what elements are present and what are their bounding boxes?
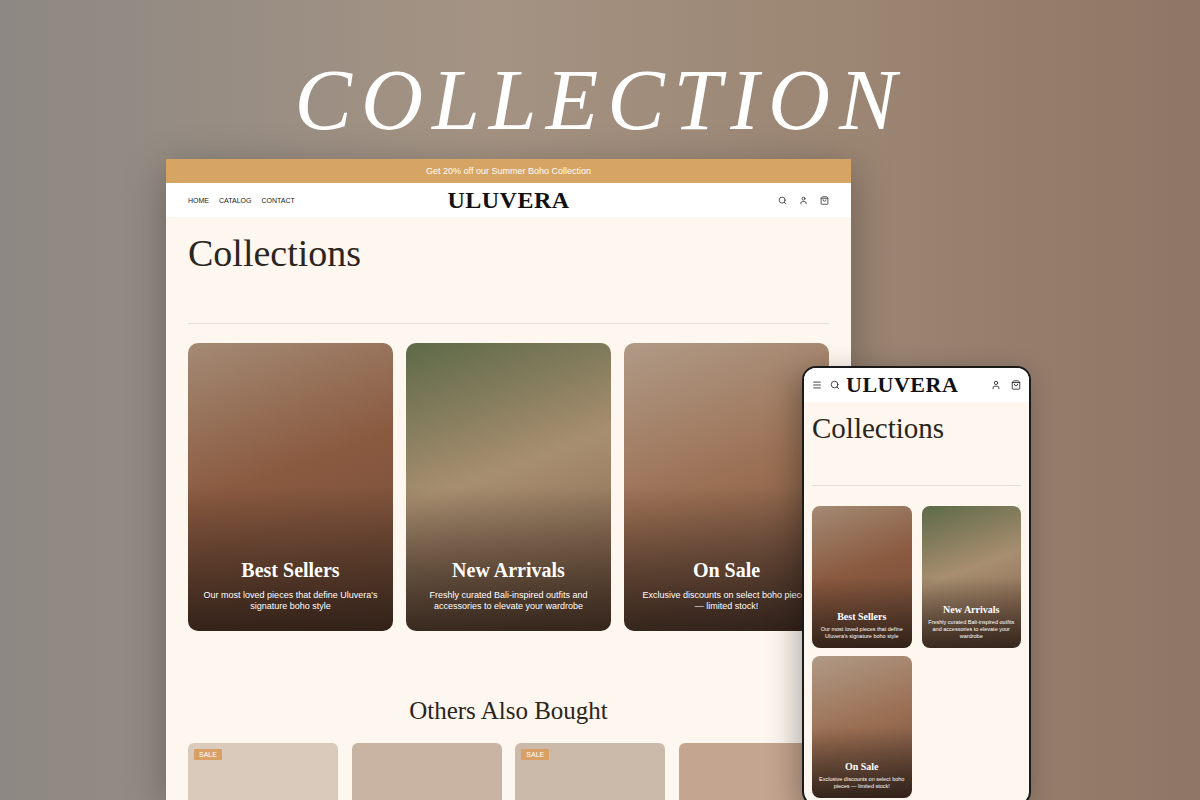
mobile-body: Collections Best Sellers Our most loved pi… [804,402,1029,798]
collection-card[interactable]: New Arrivals Freshly curated Bali-inspire… [406,343,611,631]
collection-description: Freshly curated Bali-inspired outfits an… [420,590,597,613]
collection-description: Exclusive discounts on select boho piece… [816,776,908,790]
mobile-nav-right [991,380,1021,390]
user-icon[interactable] [799,196,808,205]
collection-grid: Best Sellers Our most loved pieces that d… [812,506,1021,798]
bag-icon[interactable] [1011,380,1021,390]
nav-icons [570,196,829,205]
collection-title: Best Sellers [837,611,886,622]
collection-description: Freshly curated Bali-inspired outfits an… [926,619,1018,640]
collection-card[interactable]: Best Sellers Our most loved pieces that d… [812,506,912,648]
mobile-nav: ULUVERA [804,368,1029,402]
collection-description: Our most loved pieces that define Uluver… [816,626,908,640]
collection-title: On Sale [845,761,879,772]
search-icon[interactable] [778,196,787,205]
collection-description: Exclusive discounts on select boho piece… [638,590,815,613]
nav-bar: HOME CATALOG CONTACT ULUVERA [166,183,851,217]
divider [188,323,829,324]
product-card[interactable]: SALE [515,743,665,800]
collection-card[interactable]: Best Sellers Our most loved pieces that d… [188,343,393,631]
divider [812,485,1021,486]
collection-title: New Arrivals [943,604,999,615]
desktop-screen: Get 20% off our Summer Boho Collection HO… [166,159,851,800]
collection-card[interactable]: On Sale Exclusive discounts on select boh… [624,343,829,631]
headline: COLLECTION [0,50,1200,150]
bag-icon[interactable] [820,196,829,205]
promo-canvas: COLLECTIONGet 20% off our Summer Boho Co… [0,0,1200,800]
page-heading: Collections [188,231,829,275]
sale-badge: SALE [521,749,549,760]
mobile-screen: ULUVERA Collections Best Sellers Our most l… [802,366,1031,800]
announcement-bar: Get 20% off our Summer Boho Collection [166,159,851,183]
collection-grid: Best Sellers Our most loved pieces that d… [188,343,829,631]
nav-link[interactable]: HOME [188,197,209,204]
menu-icon[interactable] [812,380,822,390]
logo[interactable]: ULUVERA [846,372,985,398]
nav-links: HOME CATALOG CONTACT [188,197,447,204]
collection-title: Best Sellers [241,559,339,582]
page-body: Collections Best Sellers Our most loved pi… [166,217,851,800]
product-card[interactable]: SALE [188,743,338,800]
page-heading: Collections [812,412,1021,445]
section-title: Others Also Bought [188,697,829,725]
nav-link[interactable]: CATALOG [219,197,251,204]
nav-link[interactable]: CONTACT [261,197,294,204]
user-icon[interactable] [991,380,1001,390]
logo[interactable]: ULUVERA [447,187,569,214]
search-icon[interactable] [830,380,840,390]
collection-title: New Arrivals [452,559,565,582]
sale-badge: SALE [194,749,222,760]
collection-card[interactable]: New Arrivals Freshly curated Bali-inspire… [922,506,1022,648]
product-card[interactable] [352,743,502,800]
collection-card[interactable]: On Sale Exclusive discounts on select boh… [812,656,912,798]
mobile-nav-left [812,380,840,390]
collection-title: On Sale [693,559,760,582]
product-row: SALE SALE [188,743,829,800]
collection-description: Our most loved pieces that define Uluver… [202,590,379,613]
